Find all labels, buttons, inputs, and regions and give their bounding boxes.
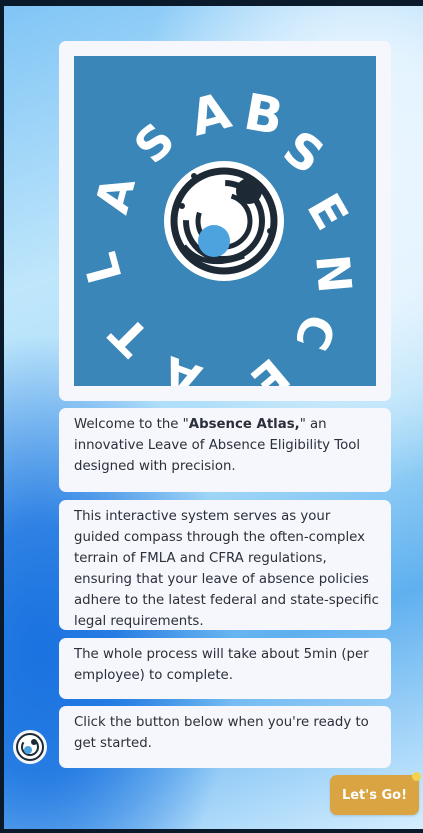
bot-avatar-icon xyxy=(16,733,44,761)
start-prompt-text: Click the button below when you're ready… xyxy=(74,715,369,751)
description-text: This interactive system serves as your g… xyxy=(74,509,379,629)
svg-text:A: A xyxy=(84,170,145,219)
welcome-prefix: Welcome to the " xyxy=(74,417,189,432)
bot-avatar xyxy=(13,730,47,764)
window-top-edge xyxy=(0,0,423,6)
absence-atlas-logo: A B S E N C E A T L A S xyxy=(74,56,376,386)
welcome-message: Welcome to the "Absence Atlas," an innov… xyxy=(59,408,391,492)
duration-text: The whole process will take about 5min (… xyxy=(74,647,369,683)
svg-text:N: N xyxy=(305,252,362,295)
description-message: This interactive system serves as your g… xyxy=(59,500,391,630)
svg-text:T: T xyxy=(99,306,160,367)
duration-message: The whole process will take about 5min (… xyxy=(59,638,391,699)
lets-go-button[interactable]: Let's Go! xyxy=(330,775,419,815)
window-left-edge xyxy=(0,0,4,833)
window-bottom-edge xyxy=(0,829,423,833)
logo-card: A B S E N C E A T L A S xyxy=(59,41,391,401)
svg-text:A: A xyxy=(155,345,207,386)
product-name: Absence Atlas, xyxy=(188,417,300,432)
svg-text:S: S xyxy=(273,120,333,186)
notification-dot xyxy=(412,772,421,781)
start-prompt-message: Click the button below when you're ready… xyxy=(59,706,391,768)
svg-text:B: B xyxy=(240,83,288,147)
svg-text:S: S xyxy=(124,112,186,174)
svg-text:A: A xyxy=(184,81,237,147)
svg-text:L: L xyxy=(74,247,133,289)
svg-text:E: E xyxy=(241,348,300,386)
svg-text:E: E xyxy=(296,185,358,239)
svg-text:C: C xyxy=(284,307,346,357)
